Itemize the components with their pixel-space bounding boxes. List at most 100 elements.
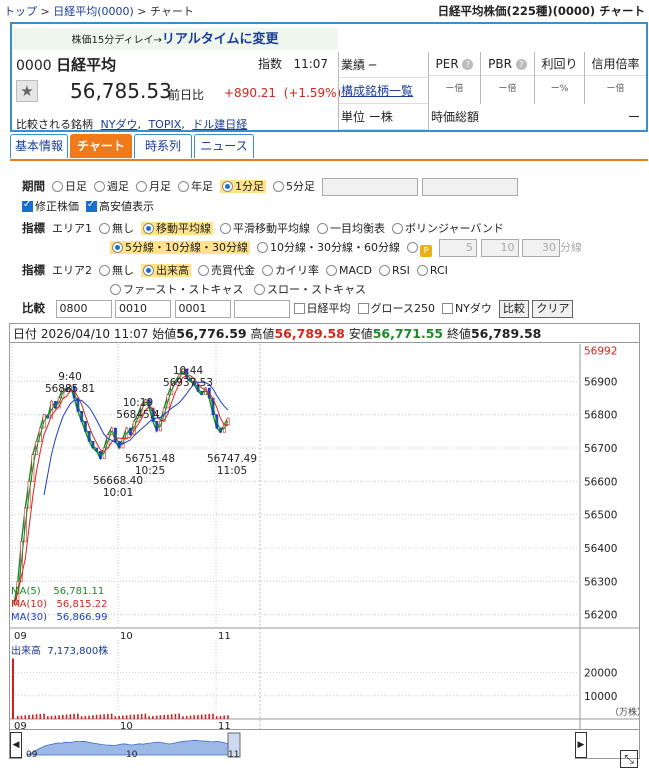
tab-chart[interactable]: チャート	[70, 134, 132, 158]
radio-icon[interactable]	[99, 223, 110, 234]
area2-trading-value[interactable]: 売買代金	[198, 264, 255, 277]
ma-custom-input-2[interactable]: 10	[480, 239, 519, 257]
compare-code-2[interactable]: 0010	[115, 300, 171, 318]
compare-link-nydow[interactable]: NYダウ	[101, 118, 138, 131]
scroll-left-icon[interactable]: ◀	[10, 732, 22, 758]
price-change: +890.21 (+1.59%)	[224, 86, 341, 100]
area1-ichimoku[interactable]: 一目均衡表	[317, 222, 385, 235]
radio-icon[interactable]	[94, 181, 105, 192]
ma-custom-input-3[interactable]: 30	[522, 239, 560, 257]
tab-timeseries[interactable]: 時系列	[134, 134, 192, 158]
tab-news[interactable]: ニュース	[194, 134, 254, 158]
radio-icon[interactable]	[257, 242, 268, 253]
compare-code-3[interactable]: 0001	[174, 300, 231, 318]
radio-icon[interactable]	[52, 181, 63, 192]
chart-scrollbar[interactable]: ◀ 09 10 11 ▶	[10, 729, 639, 759]
ma-custom-radio[interactable]	[407, 242, 418, 253]
area2-slow-stochastic[interactable]: スロー・ストキャス	[253, 283, 366, 296]
change-percent: (+1.59%)	[283, 86, 342, 100]
radio-icon[interactable]	[143, 265, 154, 276]
period-daily-label: 日足	[65, 180, 87, 193]
radio-icon[interactable]	[416, 265, 428, 276]
compare-code-4[interactable]	[234, 300, 290, 318]
volume-bar	[148, 716, 150, 719]
radio-icon[interactable]	[222, 181, 233, 192]
period-1min[interactable]: 1分足	[220, 180, 266, 193]
area1-moving-average[interactable]: 移動平均線	[141, 222, 213, 235]
area2-deviation[interactable]: カイリ率	[262, 264, 319, 277]
ma-period-row: 5分線・10分線・30分線 10分線・30分線・60分線 P 5 10 30 分線	[110, 239, 582, 259]
y-tick-label: 56800	[584, 410, 617, 422]
area2-macd[interactable]: MACD	[326, 264, 372, 277]
help-icon[interactable]: ?	[462, 59, 474, 70]
area1-smoothed-ma[interactable]: 平滑移動平均線	[220, 222, 310, 235]
area1-bollinger[interactable]: ボリンジャーバンド	[392, 222, 504, 235]
radio-icon[interactable]	[136, 181, 147, 192]
area1-none[interactable]: 無し	[99, 222, 134, 235]
area2-volume[interactable]: 出来高	[141, 264, 191, 277]
area2-none[interactable]: 無し	[99, 264, 134, 277]
radio-icon[interactable]	[317, 223, 328, 234]
date-from-input[interactable]	[322, 178, 418, 196]
highlow-checkbox[interactable]	[86, 199, 97, 212]
period-5min-label: 5分足	[286, 180, 315, 193]
compare-check-label: 日経平均	[306, 302, 351, 315]
radio-icon[interactable]	[110, 284, 121, 295]
navigator-tick-label: 10	[126, 750, 138, 759]
annotation-label: 56751.48	[125, 453, 175, 465]
ratio-pbr: PBR ? ー倍	[480, 52, 534, 104]
volume-bar	[46, 716, 49, 719]
area2-fast-stochastic[interactable]: ファースト・ストキャス	[110, 283, 243, 296]
ma-option-10-30-60[interactable]: 10分線・30分線・60分線	[257, 241, 400, 254]
ma-custom-input-1[interactable]: 5	[439, 239, 477, 257]
high-label: 高値	[250, 327, 275, 341]
compare-growth-checkbox[interactable]	[357, 303, 369, 314]
compare-button[interactable]: 比較	[498, 300, 529, 318]
tab-basic-info[interactable]: 基本情報	[10, 134, 68, 158]
breadcrumb-top-link[interactable]: トップ	[4, 5, 37, 18]
help-icon[interactable]: ?	[515, 59, 527, 70]
period-daily[interactable]: 日足	[52, 180, 87, 193]
radio-icon[interactable]	[262, 265, 273, 276]
radio-icon[interactable]	[326, 265, 337, 276]
scroll-right-icon[interactable]: ▶	[575, 732, 587, 758]
period-weekly[interactable]: 週足	[94, 180, 129, 193]
radio-icon[interactable]	[253, 284, 265, 295]
compare-link-dollar-nikkei[interactable]: ドル建日経	[192, 118, 247, 131]
period-1min-label: 1分足	[235, 180, 264, 193]
adjusted-checkbox[interactable]	[22, 199, 33, 212]
period-5min[interactable]: 5分足	[273, 180, 315, 193]
components-link[interactable]: 構成銘柄一覧	[341, 84, 413, 98]
y-tick-label: 56700	[584, 443, 617, 455]
radio-icon[interactable]	[273, 181, 284, 192]
radio-icon[interactable]	[392, 223, 403, 234]
date-to-input[interactable]	[421, 178, 518, 196]
fullscreen-icon[interactable]: ⤡	[620, 750, 638, 768]
radio-icon[interactable]	[198, 265, 209, 276]
period-row: 期間 日足 週足 月足 年足 1分足 5分足	[22, 178, 518, 198]
period-monthly[interactable]: 月足	[136, 180, 171, 193]
period-yearly[interactable]: 年足	[178, 180, 213, 193]
price-chart[interactable]: 56900 56800 56700 56600 56500 56400 56300 56200…	[10, 344, 639, 729]
clear-button[interactable]: クリア	[532, 300, 574, 318]
breadcrumb-index-link[interactable]: 日経平均(0000)	[53, 5, 134, 18]
radio-icon[interactable]	[178, 181, 189, 192]
radio-icon[interactable]	[99, 265, 110, 276]
favorite-star-icon[interactable]: ★	[16, 80, 38, 102]
radio-icon[interactable]	[378, 265, 390, 276]
period-weekly-label: 週足	[107, 180, 129, 193]
ma-option-5-10-30[interactable]: 5分線・10分線・30分線	[110, 241, 250, 254]
compare-link-topix[interactable]: TOPIX	[148, 118, 181, 131]
compare-code-1[interactable]: 0800	[55, 300, 112, 318]
realtime-link[interactable]: リアルタイムに変更	[162, 32, 279, 47]
option-label: 平滑移動平均線	[233, 222, 310, 235]
x-tick-label: 11	[218, 631, 231, 642]
compare-nydow-checkbox[interactable]	[441, 303, 453, 314]
radio-icon[interactable]	[143, 223, 154, 234]
area2-rci[interactable]: RCI	[416, 264, 448, 277]
radio-icon[interactable]	[220, 223, 231, 234]
radio-icon[interactable]	[112, 242, 123, 253]
navigator-minichart[interactable]: 09 10 11	[22, 731, 627, 759]
compare-nikkei-checkbox[interactable]	[293, 303, 305, 314]
area2-rsi[interactable]: RSI	[378, 264, 410, 277]
